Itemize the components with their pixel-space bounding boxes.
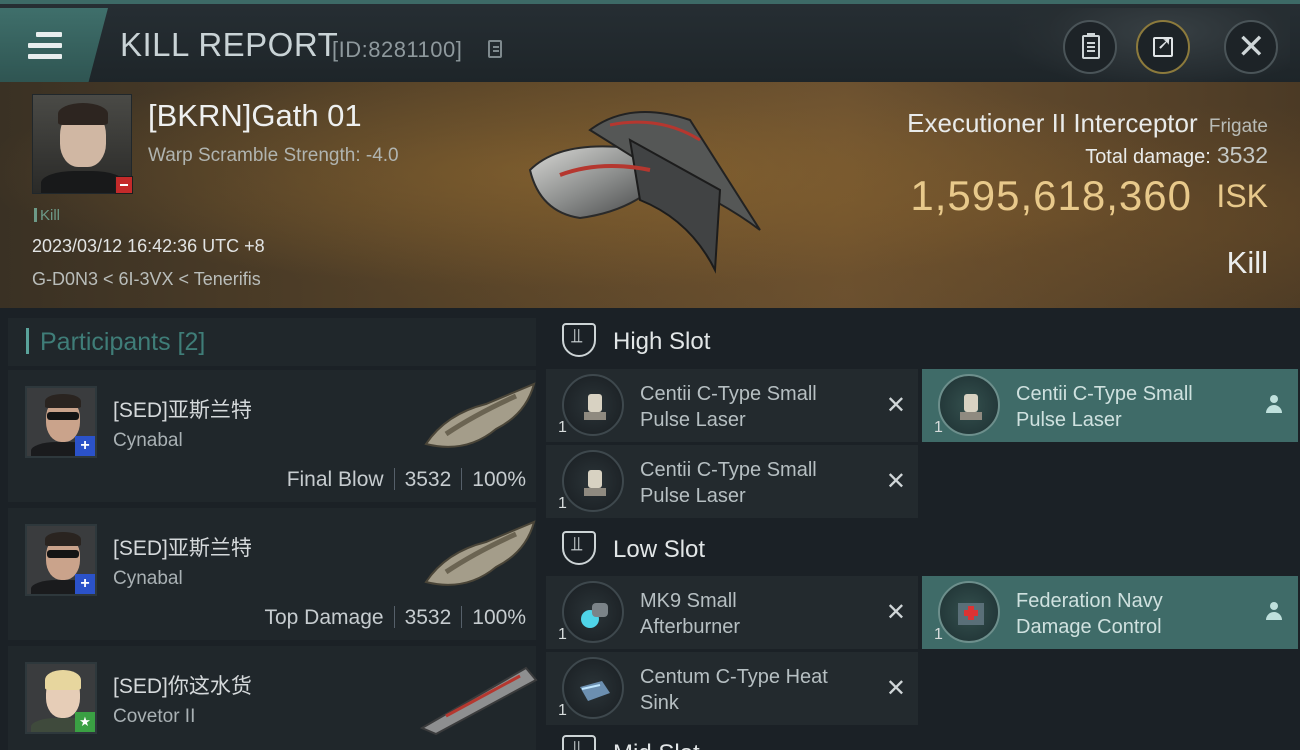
destroyed-icon: ✕ [885, 599, 906, 626]
participant-stats: Final Blow 3532 100% [287, 468, 526, 492]
participant-ship-image [424, 382, 536, 448]
module-item[interactable]: 1 Federation Navy Damage Control [922, 576, 1298, 649]
participants-header: Participants [2] [8, 318, 536, 366]
participant-name: [SED]亚斯兰特 [113, 399, 252, 422]
kill-tag: Kill [34, 207, 60, 224]
kill-result: Kill [1226, 245, 1268, 280]
afterburner-icon [562, 581, 624, 643]
low-slot-icon [562, 531, 596, 565]
clipboard-button[interactable] [1063, 20, 1117, 74]
menu-button[interactable] [0, 8, 108, 82]
hostile-standing-icon [115, 176, 133, 194]
ship-type-name: Executioner II Interceptor [907, 108, 1198, 138]
participant-percent: 100% [472, 606, 526, 629]
destroyed-icon: ✕ [885, 392, 906, 419]
participant-percent: 100% [472, 468, 526, 491]
mid-slot-title: Mid Slot [613, 740, 700, 750]
module-quantity: 1 [558, 702, 567, 719]
hamburger-icon [28, 32, 62, 65]
module-item[interactable]: 1 Centii C-Type Small Pulse Laser ✕ [546, 445, 918, 518]
destroyed-icon: ✕ [885, 675, 906, 702]
green-standing-icon: ★ [75, 712, 95, 732]
module-name: MK9 Small Afterburner [640, 590, 741, 638]
mid-slot-header: Mid Slot [546, 730, 1298, 750]
participant-name: [SED]亚斯兰特 [113, 537, 252, 560]
page-title: KILL REPORT [120, 26, 339, 63]
module-quantity: 1 [934, 626, 943, 643]
module-item[interactable]: 1 Centum C-Type Heat Sink ✕ [546, 652, 918, 725]
total-damage-label: Total damage: [1085, 146, 1211, 168]
participant-row[interactable]: ★ [SED]你这水货 Covetor II [8, 646, 538, 750]
victim-name[interactable]: [BKRN]Gath 01 [148, 98, 362, 134]
kill-location[interactable]: G-D0N3 < 6I-3VX < Tenerifis [32, 269, 261, 290]
participant-damage: 3532 [404, 606, 452, 629]
module-name: Federation Navy Damage Control [1016, 590, 1163, 638]
high-slot-header: High Slot [546, 318, 1298, 366]
clipboard-icon [1082, 33, 1100, 59]
victim-ship-image[interactable] [520, 100, 780, 275]
participant-ship: Cynabal [113, 568, 183, 589]
participant-row[interactable]: + [SED]亚斯兰特 Cynabal Top Damage 3532 100% [8, 508, 536, 640]
module-item[interactable]: 1 Centii C-Type Small Pulse Laser [922, 369, 1298, 442]
report-id: [ID:8281100] [332, 37, 463, 62]
warp-scramble-strength: Warp Scramble Strength: -4.0 [148, 145, 399, 166]
heat-sink-icon [562, 657, 624, 719]
kill-timestamp: 2023/03/12 16:42:36 UTC +8 [32, 236, 265, 256]
title-bar: KILL REPORT [ID:8281100] ✕ [0, 0, 1300, 86]
module-quantity: 1 [558, 495, 567, 512]
module-name: Centum C-Type Heat Sink [640, 666, 828, 714]
laser-icon [562, 450, 624, 512]
mid-slot-icon [562, 735, 596, 750]
low-slot-header: Low Slot [546, 526, 1298, 574]
total-damage: Total damage: 3532 [1085, 142, 1268, 169]
participant-name: [SED]你这水货 [113, 675, 252, 698]
participant-role: Top Damage [264, 606, 384, 629]
participant-ship: Covetor II [113, 706, 196, 727]
destroyed-icon: ✕ [885, 468, 906, 495]
isk-unit: ISK [1216, 178, 1268, 214]
participant-ship: Cynabal [113, 430, 183, 451]
participant-stats: Top Damage 3532 100% [264, 606, 526, 630]
module-name: Centii C-Type Small Pulse Laser [640, 459, 817, 507]
module-quantity: 1 [558, 419, 567, 436]
laser-icon [562, 374, 624, 436]
dropped-person-icon [1266, 395, 1282, 415]
participant-ship-image [419, 666, 538, 736]
module-item[interactable]: 1 Centii C-Type Small Pulse Laser ✕ [546, 369, 918, 442]
participants-title: Participants [2] [40, 328, 206, 356]
high-slot-icon [562, 323, 596, 357]
copy-id-icon[interactable] [488, 40, 502, 58]
victim-ship-type[interactable]: Executioner II Interceptor Frigate [907, 108, 1268, 139]
module-quantity: 1 [558, 626, 567, 643]
blue-standing-icon: + [75, 574, 95, 594]
close-button[interactable]: ✕ [1224, 20, 1278, 74]
module-name: Centii C-Type Small Pulse Laser [640, 383, 817, 431]
share-button[interactable] [1136, 20, 1190, 74]
participant-ship-image [424, 520, 536, 586]
share-icon [1153, 33, 1173, 57]
module-item[interactable]: 1 MK9 Small Afterburner ✕ [546, 576, 918, 649]
damage-control-icon [938, 581, 1000, 643]
high-slot-title: High Slot [613, 328, 711, 355]
close-icon: ✕ [1237, 28, 1266, 66]
participant-row[interactable]: + [SED]亚斯兰特 Cynabal Final Blow 3532 100% [8, 370, 536, 502]
laser-icon [938, 374, 1000, 436]
participant-role: Final Blow [286, 468, 384, 491]
low-slot-title: Low Slot [613, 536, 706, 563]
dropped-person-icon [1266, 602, 1282, 622]
isk-value: 1,595,618,360 [910, 172, 1192, 219]
blue-standing-icon: + [75, 436, 95, 456]
ship-class: Frigate [1208, 116, 1268, 137]
participant-damage: 3532 [404, 468, 452, 491]
total-damage-value: 3532 [1216, 142, 1268, 168]
module-name: Centii C-Type Small Pulse Laser [1016, 383, 1193, 431]
module-quantity: 1 [934, 419, 943, 436]
